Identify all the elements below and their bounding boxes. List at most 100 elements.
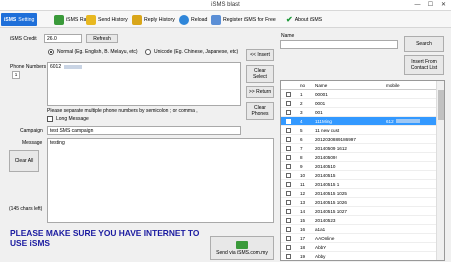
cell-no: 15 [300, 218, 306, 223]
row-checkbox[interactable] [286, 118, 291, 124]
row-checkbox[interactable] [286, 100, 291, 106]
row-checkbox[interactable] [286, 253, 291, 259]
table-row[interactable]: 9 20140510 [281, 162, 438, 171]
cell-no: 3 [300, 110, 303, 115]
send-button[interactable]: Send via iSMS.com.my [210, 236, 274, 260]
contact-name-label: Name [281, 33, 295, 39]
table-row[interactable]: 8 20140509! [281, 153, 438, 162]
long-message-label: Long Message [56, 116, 89, 122]
cell-no: 9 [300, 164, 303, 169]
row-checkbox[interactable] [286, 235, 291, 241]
toolbar-setting-label: Setting [18, 16, 35, 23]
table-row[interactable]: 15 20140523 [281, 216, 438, 225]
cell-no: 17 [300, 236, 306, 241]
contact-search-input[interactable] [280, 40, 398, 49]
cell-name: AAOnline [315, 236, 335, 241]
row-checkbox[interactable] [286, 244, 291, 250]
table-row[interactable]: 1 00001 [281, 90, 438, 99]
cell-name: 20140509 1612 [315, 146, 347, 151]
table-row[interactable]: 3 001 [281, 108, 438, 117]
table-row[interactable]: 17 AAOnline [281, 234, 438, 243]
row-checkbox[interactable] [286, 190, 291, 196]
scrollbar-thumb[interactable] [438, 90, 444, 120]
column-no[interactable]: no [300, 83, 305, 88]
send-button-label: Send via iSMS.com.my [216, 249, 268, 256]
minimize-button[interactable]: — [412, 1, 423, 9]
row-checkbox[interactable] [286, 163, 291, 169]
credit-label: iSMS Credit [10, 36, 37, 42]
insert-from-contact-list-button[interactable]: Insert From Contact List [404, 55, 444, 75]
table-row[interactable]: 13 20140515 1026 [281, 198, 438, 207]
table-row[interactable]: 19 Abby [281, 252, 438, 260]
search-button[interactable]: Search [404, 36, 444, 52]
cell-mobile: 612 [386, 119, 394, 124]
toolbar: iSMS Setting iSMS Rate Send History Repl… [0, 11, 451, 28]
toolbar-reply-history[interactable]: Reply History [132, 13, 175, 26]
row-checkbox[interactable] [286, 145, 291, 151]
maximize-button[interactable]: ☐ [425, 1, 436, 9]
long-message-checkbox[interactable] [47, 116, 53, 122]
row-checkbox[interactable] [286, 217, 291, 223]
cell-no: 8 [300, 155, 303, 160]
insert-button[interactable]: << Insert [246, 49, 274, 61]
column-name[interactable]: Name [315, 83, 327, 88]
row-checkbox[interactable] [286, 136, 291, 142]
table-row[interactable]: 14 20140515 1027 [281, 207, 438, 216]
clear-select-button[interactable]: Clear Select [246, 65, 274, 83]
message-input[interactable]: testing [47, 138, 274, 223]
toolbar-reload-label: Reload [191, 16, 208, 23]
table-row[interactable]: 10 20140515 [281, 171, 438, 180]
cell-name: 0001 [315, 101, 326, 106]
cell-no: 13 [300, 200, 306, 205]
cell-no: 5 [300, 128, 303, 133]
row-checkbox[interactable] [286, 109, 291, 115]
toolbar-send-history[interactable]: Send History [86, 13, 128, 26]
radio-normal[interactable] [48, 49, 54, 55]
cell-name: 20140515 1025 [315, 191, 347, 196]
toolbar-register[interactable]: Register iSMS for Free [211, 13, 276, 26]
table-row[interactable]: 12 20140515 1025 [281, 189, 438, 198]
row-checkbox[interactable] [286, 127, 291, 133]
campaign-input[interactable]: test SMS campaign [47, 126, 241, 135]
table-row[interactable]: 5 11 new cust [281, 126, 438, 135]
row-checkbox[interactable] [286, 91, 291, 97]
return-button[interactable]: >> Return [246, 86, 274, 98]
phone-count: 1 [14, 72, 18, 77]
table-row[interactable]: 11 20140515 1 [281, 180, 438, 189]
cell-name: Abby [315, 254, 326, 259]
title-bar: iSMS blast — ☐ ✕ [0, 0, 451, 11]
table-row[interactable]: 16 a1a1 [281, 225, 438, 234]
reload-icon [179, 14, 189, 25]
table-row[interactable]: 6 2012030889186997 [281, 135, 438, 144]
refresh-button[interactable]: Refresh [86, 34, 118, 43]
close-button[interactable]: ✕ [438, 1, 449, 9]
cell-no: 2 [300, 101, 303, 106]
row-checkbox[interactable] [286, 208, 291, 214]
toolbar-reload[interactable]: Reload [179, 13, 207, 26]
contacts-scrollbar[interactable] [436, 81, 444, 260]
toolbar-about[interactable]: ✔ About iSMS [286, 13, 322, 26]
table-row[interactable]: 18 AbbY [281, 243, 438, 252]
radio-unicode[interactable] [145, 49, 151, 55]
toolbar-setting[interactable]: iSMS Setting [1, 13, 38, 26]
row-checkbox[interactable] [286, 172, 291, 178]
clear-phones-button[interactable]: Clear Phones [246, 102, 274, 120]
cell-no: 11 [300, 182, 305, 187]
isms-logo-icon: iSMS [4, 16, 17, 23]
credit-field: 26.0 [44, 34, 82, 43]
table-row[interactable]: 2 0001 [281, 99, 438, 108]
clear-all-button[interactable]: Clear All [9, 150, 39, 172]
column-mobile[interactable]: mobile [386, 83, 400, 88]
window-title: iSMS blast [211, 2, 240, 8]
toolbar-register-label: Register iSMS for Free [223, 16, 276, 23]
table-row[interactable]: 4 111Ming 612 [281, 117, 438, 126]
redacted-number [396, 119, 420, 123]
phone-numbers-input[interactable]: 6012 [47, 62, 241, 106]
phone-count-badge: 1 [12, 71, 20, 79]
table-row[interactable]: 7 20140509 1612 [281, 144, 438, 153]
row-checkbox[interactable] [286, 181, 291, 187]
row-checkbox[interactable] [286, 199, 291, 205]
cell-name: 20140510 [315, 164, 336, 169]
row-checkbox[interactable] [286, 154, 291, 160]
row-checkbox[interactable] [286, 226, 291, 232]
